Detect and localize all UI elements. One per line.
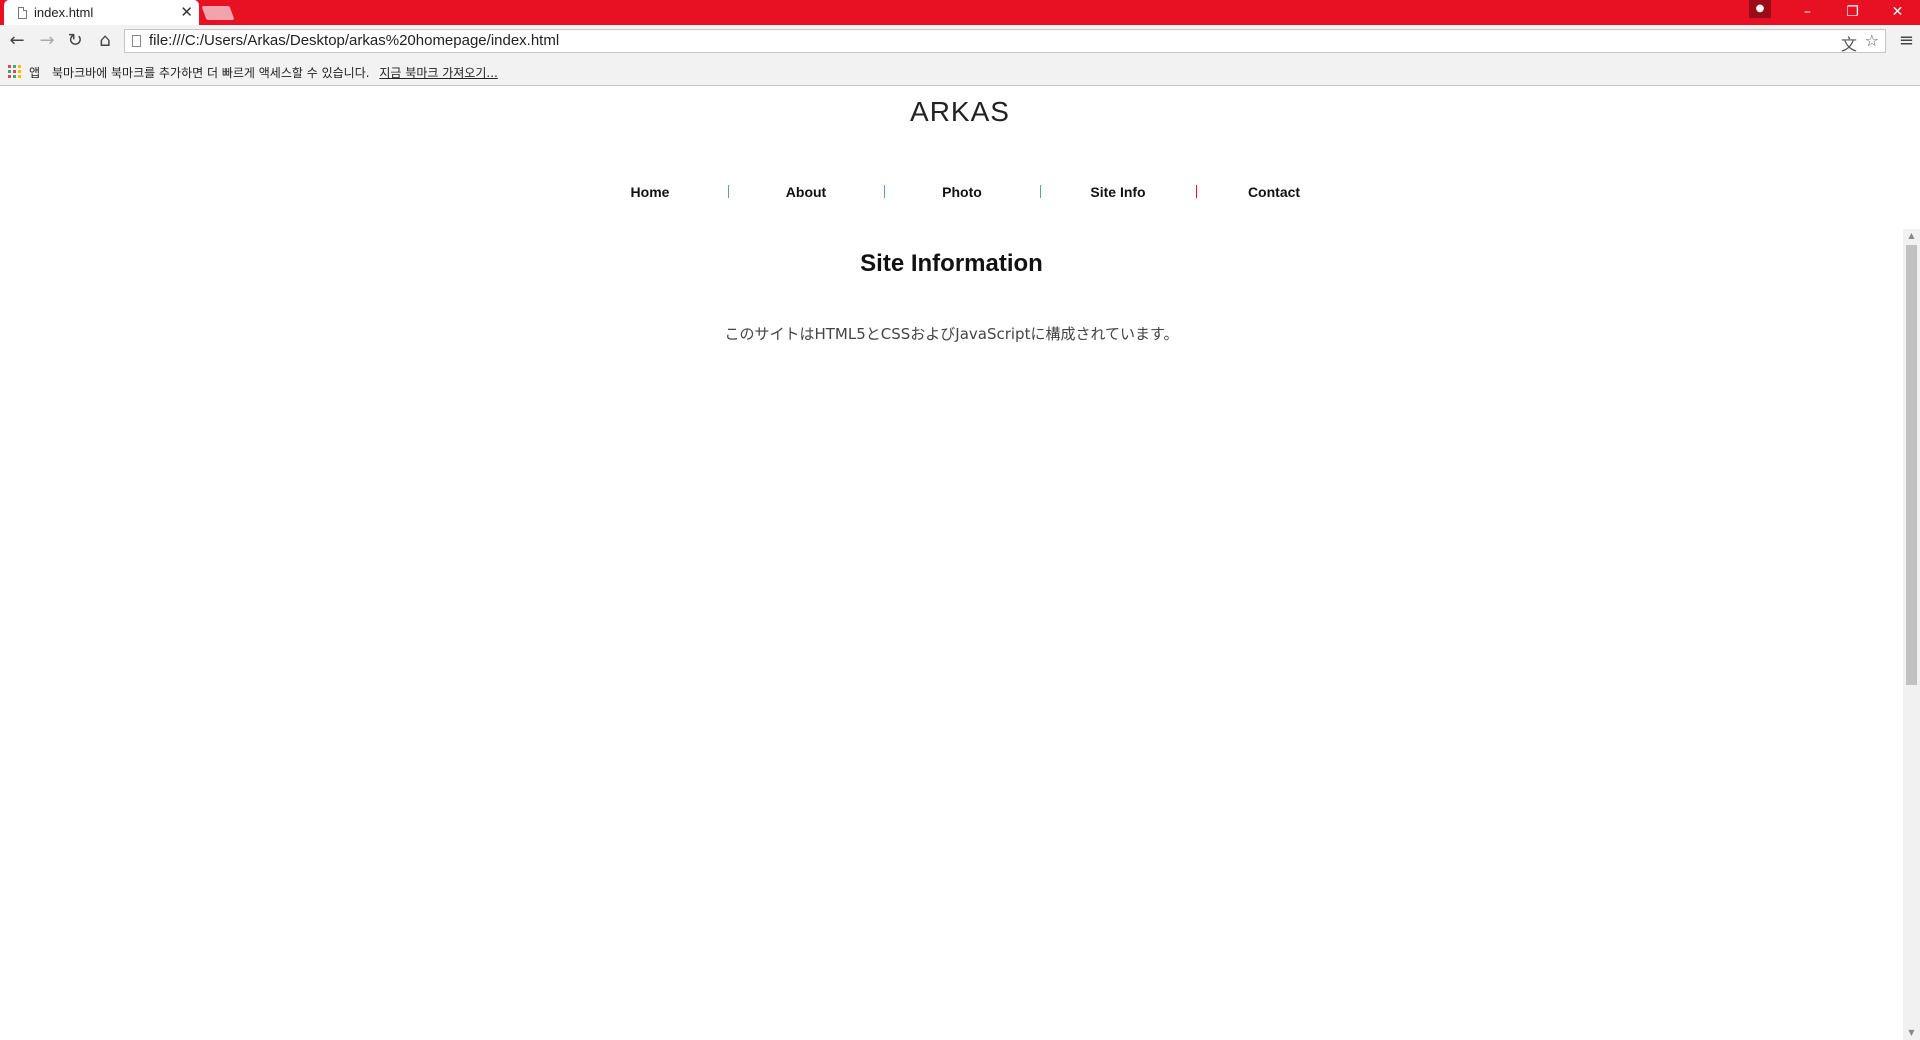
page-title: Site Information — [860, 250, 1043, 277]
scrollbar-thumb[interactable] — [1906, 245, 1917, 685]
bookmarks-message: 북마크바에 북마크를 추가하면 더 빠르게 액세스할 수 있습니다. 지금 북마… — [52, 64, 498, 81]
close-window-button[interactable]: ✕ — [1875, 0, 1920, 25]
scroll-up-arrow-icon[interactable]: ▲ — [1903, 229, 1920, 243]
address-bar[interactable]: file:///C:/Users/Arkas/Desktop/arkas%20h… — [124, 29, 1886, 55]
forward-arrow-icon[interactable]: → — [36, 30, 58, 52]
tab-close-icon[interactable]: ✕ — [180, 3, 193, 21]
tab-title: index.html — [34, 5, 94, 20]
nav-item-home[interactable]: Home — [572, 184, 728, 200]
browser-titlebar: index.html ✕ ● – ❐ ✕ — [0, 0, 1920, 25]
browser-menu-icon[interactable]: ≡ — [1899, 30, 1914, 51]
nav-item-about[interactable]: About — [728, 184, 884, 200]
translate-icon[interactable]: 文 — [1841, 31, 1857, 55]
nav-item-contact[interactable]: Contact — [1196, 184, 1352, 200]
site-logo[interactable]: ARKAS — [0, 96, 1920, 128]
nav-item-photo[interactable]: Photo — [884, 184, 1040, 200]
minimize-button[interactable]: – — [1785, 0, 1830, 25]
page-icon — [18, 6, 27, 19]
profile-icon[interactable]: ● — [1749, 0, 1771, 18]
browser-toolbar: ← → ↻ ⌂ file:///C:/Users/Arkas/Desktop/a… — [0, 25, 1920, 59]
page-description: このサイトはHTML5とCSSおよびJavaScriptに構成されています。 — [724, 325, 1179, 343]
bookmark-star-icon[interactable]: ☆ — [1865, 31, 1879, 50]
back-arrow-icon[interactable]: ← — [6, 30, 28, 52]
new-tab-button[interactable] — [201, 6, 235, 20]
nav-item-site-info[interactable]: Site Info — [1040, 184, 1196, 200]
page-content: ARKAS Home About Photo Site Info Contact… — [0, 86, 1903, 1040]
window-controls: – ❐ ✕ — [1785, 0, 1920, 25]
site-navigation: Home About Photo Site Info Contact — [572, 184, 1302, 206]
apps-grid-icon[interactable] — [8, 65, 21, 78]
page-icon — [132, 35, 141, 47]
vertical-scrollbar[interactable]: ▲ ▼ — [1903, 229, 1920, 1040]
scroll-down-arrow-icon[interactable]: ▼ — [1903, 1026, 1920, 1040]
import-bookmarks-link[interactable]: 지금 북마크 가져오기... — [379, 66, 497, 80]
restore-button[interactable]: ❐ — [1830, 0, 1875, 25]
home-icon[interactable]: ⌂ — [94, 30, 116, 52]
apps-label[interactable]: 앱 — [29, 64, 40, 81]
address-url[interactable]: file:///C:/Users/Arkas/Desktop/arkas%20h… — [149, 32, 559, 49]
bookmarks-bar: 앱 북마크바에 북마크를 추가하면 더 빠르게 액세스할 수 있습니다. 지금 … — [0, 59, 1920, 86]
browser-tab-active[interactable]: index.html ✕ — [4, 0, 199, 25]
bookmarks-message-text: 북마크바에 북마크를 추가하면 더 빠르게 액세스할 수 있습니다. — [52, 66, 370, 80]
reload-icon[interactable]: ↻ — [64, 30, 86, 52]
